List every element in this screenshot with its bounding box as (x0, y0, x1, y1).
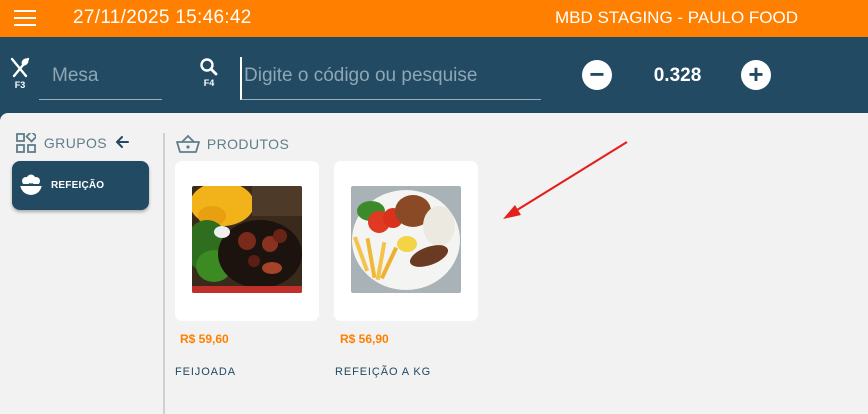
mesa-field[interactable] (39, 57, 162, 87)
mesa-shortcut[interactable]: F3 (8, 57, 32, 93)
product-name: REFEIÇÃO A KG (335, 366, 432, 378)
main-content: GRUPOS REFEIÇÃO PRODUTOS R$ 59,60 FEIJOA… (0, 113, 868, 414)
product-card-feijoada[interactable] (175, 161, 319, 321)
groups-header-label: GRUPOS (43, 135, 107, 151)
search-field-wrapper (240, 57, 541, 100)
decrease-quantity-button[interactable]: − (582, 60, 612, 90)
datetime: 27/11/2025 15:46:42 (73, 7, 252, 28)
toolbar: F3 F4 − 0.328 + (0, 37, 868, 113)
annotation-arrow (503, 141, 628, 219)
search-icon (200, 58, 218, 76)
quantity-value: 0.328 (653, 65, 702, 86)
basket-icon (176, 134, 200, 153)
back-arrow-icon[interactable] (114, 134, 130, 150)
sidebar-item-refeicao[interactable]: REFEIÇÃO (12, 161, 149, 210)
mesa-key-label: F3 (14, 80, 26, 90)
products-header: PRODUTOS (176, 134, 289, 154)
grid-icon (16, 130, 38, 153)
product-card-refeicao-a-kg[interactable] (334, 161, 478, 321)
product-price: R$ 56,90 (340, 332, 389, 346)
feijoada-image (192, 186, 302, 293)
utensils-icon (10, 57, 30, 78)
rice-bowl-icon (20, 174, 42, 195)
increase-quantity-button[interactable]: + (741, 60, 771, 90)
search-shortcut[interactable]: F4 (197, 57, 221, 93)
search-input[interactable] (242, 57, 541, 87)
products-header-label: PRODUTOS (206, 136, 290, 152)
sidebar-item-label: REFEIÇÃO (51, 180, 105, 191)
mesa-field-wrapper (39, 57, 162, 100)
top-bar: 27/11/2025 15:46:42 MBD STAGING - PAULO … (0, 0, 868, 37)
refeicao-image (351, 186, 461, 293)
app-title: MBD STAGING - PAULO FOOD (554, 8, 798, 27)
menu-icon[interactable] (14, 10, 36, 26)
product-price: R$ 59,60 (180, 332, 229, 346)
product-name: FEIJOADA (175, 366, 236, 378)
panel-divider (163, 133, 165, 414)
search-key-label: F4 (203, 78, 215, 88)
groups-header: GRUPOS (16, 130, 107, 153)
